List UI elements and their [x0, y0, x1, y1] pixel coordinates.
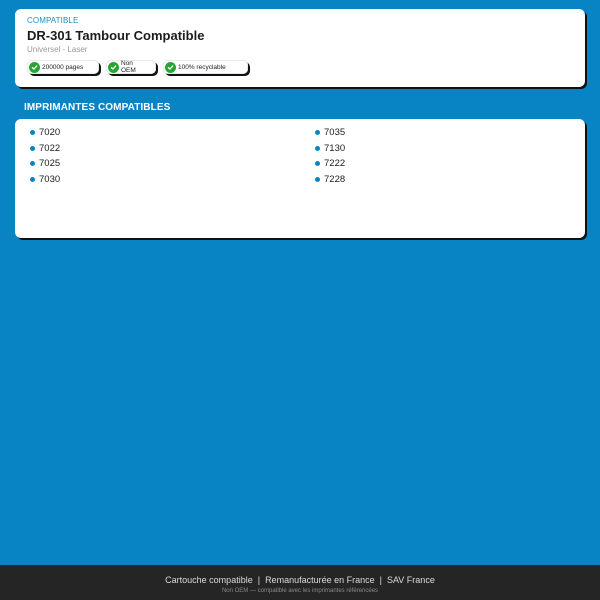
badge-recyclable: 100% recyclable	[163, 60, 248, 74]
printer-model: 7030	[39, 173, 61, 185]
printer-model: 7228	[324, 173, 346, 185]
footer-separator: |	[379, 575, 382, 585]
product-card: COMPATIBLE DR-301 Tambour Compatible Uni…	[15, 9, 585, 87]
badge-label: 100% recyclable	[178, 63, 226, 71]
check-circle-icon	[29, 61, 40, 73]
printer-item: 7020	[30, 125, 315, 141]
printer-item: 7030	[30, 172, 315, 188]
badge-pages: 200000 pages	[27, 60, 99, 74]
printer-model: 7222	[324, 158, 346, 170]
footer-note: Non OEM — compatible avec les imprimante…	[221, 588, 379, 594]
product-title: DR-301 Tambour Compatible	[27, 28, 205, 43]
footer-link-remanufacturee: Remanufacturée en France	[265, 575, 375, 585]
bullet-icon	[315, 130, 320, 136]
bullet-icon	[30, 176, 35, 182]
footer: Cartouche compatible | Remanufacturée en F…	[0, 565, 600, 600]
printer-model: 7035	[324, 127, 346, 139]
printer-model: 7025	[39, 158, 61, 170]
badge-label: 200000 pages	[42, 63, 84, 71]
printer-column-left: 7020 7022 7025 7030	[30, 125, 315, 187]
check-circle-icon	[108, 61, 119, 73]
footer-link-sav: SAV France	[386, 575, 435, 585]
printer-column-right: 7035 7130 7222 7228	[315, 125, 570, 187]
badge-non-oem: Non OEM	[106, 60, 156, 74]
compatible-printers-card: 7020 7022 7025 7030 7035 7130 7222 7228	[15, 119, 585, 238]
badge-label: Non OEM	[121, 60, 136, 74]
printer-model: 7130	[324, 142, 346, 154]
bullet-icon	[315, 176, 320, 182]
badge-list: 200000 pages Non OEM 100% recyclable	[27, 60, 573, 74]
bullet-icon	[315, 161, 320, 167]
check-circle-icon	[165, 61, 176, 73]
product-eyebrow: COMPATIBLE	[27, 16, 79, 25]
bullet-icon	[30, 161, 35, 167]
bullet-icon	[30, 130, 35, 136]
printer-grid: 7020 7022 7025 7030 7035 7130 7222 7228	[30, 125, 570, 187]
printer-item: 7228	[315, 172, 570, 188]
bullet-icon	[315, 145, 320, 151]
printer-model: 7020	[39, 127, 61, 139]
footer-separator: |	[257, 575, 261, 585]
printer-item: 7222	[315, 156, 570, 172]
printer-item: 7025	[30, 156, 315, 172]
product-subtitle: Universel - Laser	[27, 45, 88, 54]
footer-link-cartouche: Cartouche compatible	[165, 575, 253, 585]
printer-model: 7022	[39, 142, 61, 154]
printer-item: 7035	[315, 125, 570, 141]
compatible-printers-heading: IMPRIMANTES COMPATIBLES	[24, 102, 171, 113]
printer-item: 7130	[315, 141, 570, 157]
footer-links: Cartouche compatible | Remanufacturée en F…	[0, 575, 600, 586]
bullet-icon	[30, 145, 35, 151]
printer-item: 7022	[30, 141, 315, 157]
